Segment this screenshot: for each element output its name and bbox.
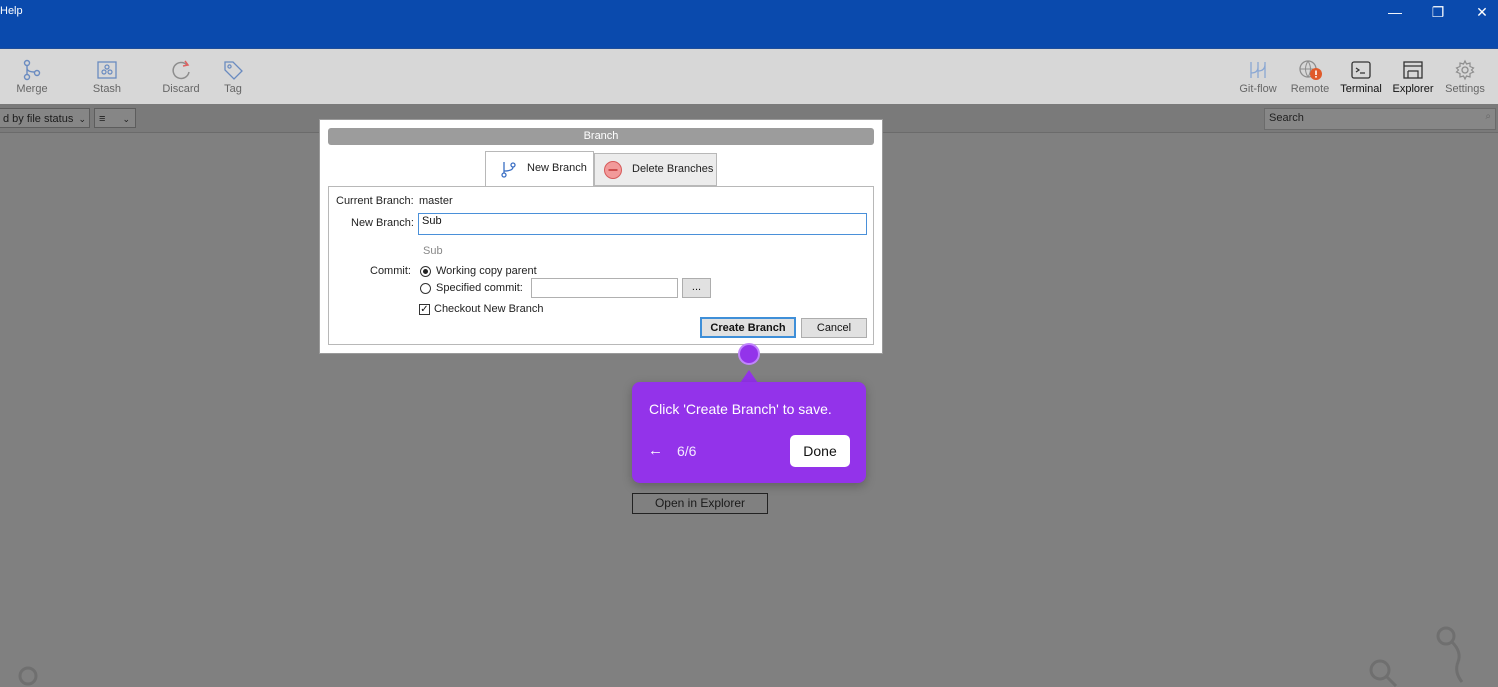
explorer-button[interactable]: Explorer xyxy=(1389,49,1437,105)
minimize-button[interactable]: — xyxy=(1375,0,1415,24)
tab-new-branch[interactable]: New Branch xyxy=(485,151,594,186)
specified-commit-label[interactable]: Specified commit: xyxy=(436,282,523,294)
new-branch-input[interactable]: Sub xyxy=(418,213,867,235)
view-dropdown[interactable]: ≡ ⌄ xyxy=(94,108,136,128)
discard-icon xyxy=(172,60,190,80)
tour-tooltip: Click 'Create Branch' to save. ← 6/6 Don… xyxy=(632,382,866,483)
search-input[interactable]: Search ⌕ xyxy=(1264,108,1496,130)
open-in-explorer-button[interactable]: Open in Explorer xyxy=(632,493,768,514)
search-icon: ⌕ xyxy=(1485,111,1491,122)
current-branch-label: Current Branch: xyxy=(336,195,414,207)
checkout-label[interactable]: Checkout New Branch xyxy=(434,303,543,315)
git-flow-icon xyxy=(1250,62,1266,78)
restore-button[interactable]: ❐ xyxy=(1418,0,1458,24)
tour-instruction: Click 'Create Branch' to save. xyxy=(649,401,832,417)
stash-icon xyxy=(97,61,117,79)
search-watermark-icon xyxy=(1369,626,1464,687)
chevron-down-icon: ⌄ xyxy=(122,114,130,124)
tag-button[interactable]: Tag xyxy=(214,49,252,105)
sort-label: d by file status xyxy=(3,113,74,125)
gear-icon xyxy=(1455,59,1475,81)
tag-label: Tag xyxy=(224,83,242,95)
tab-delete-branches-label: Delete Branches xyxy=(632,163,714,175)
stash-button[interactable]: Stash xyxy=(82,49,132,105)
new-branch-input-value: Sub xyxy=(422,215,442,227)
delete-branch-icon xyxy=(604,161,622,179)
git-flow-button[interactable]: Git-flow xyxy=(1234,49,1282,105)
search-placeholder: Search xyxy=(1269,112,1304,124)
remote-icon xyxy=(1299,60,1322,80)
remote-button[interactable]: Remote xyxy=(1287,49,1333,105)
specified-commit-radio[interactable] xyxy=(420,283,431,294)
new-branch-panel: Current Branch: master New Branch: Sub S… xyxy=(328,186,874,345)
terminal-label: Terminal xyxy=(1340,83,1382,95)
new-branch-label: New Branch: xyxy=(351,217,414,229)
settings-button[interactable]: Settings xyxy=(1441,49,1489,105)
checkout-checkbox[interactable]: ✓ xyxy=(419,304,430,315)
tour-hotspot[interactable] xyxy=(738,343,760,365)
title-bar: Help — ❐ ✕ xyxy=(0,0,1498,48)
merge-label: Merge xyxy=(16,83,48,95)
explorer-label: Explorer xyxy=(1392,83,1434,95)
done-button[interactable]: Done xyxy=(790,435,850,467)
merge-icon xyxy=(23,59,41,81)
create-branch-button[interactable]: Create Branch xyxy=(700,317,796,338)
search-watermark-icon xyxy=(18,666,38,686)
commit-label: Commit: xyxy=(370,265,411,277)
cancel-button[interactable]: Cancel xyxy=(801,318,867,338)
browse-commit-button[interactable]: ... xyxy=(682,278,711,298)
stash-label: Stash xyxy=(92,83,122,95)
new-branch-icon xyxy=(501,162,516,178)
toolbar: Merge Stash Discard Tag Git-flow Remote … xyxy=(0,48,1498,105)
dialog-title: Branch xyxy=(328,128,874,145)
terminal-button[interactable]: Terminal xyxy=(1337,49,1385,105)
working-copy-radio[interactable] xyxy=(420,266,431,277)
tour-step-counter: 6/6 xyxy=(677,443,697,459)
merge-button[interactable]: Merge xyxy=(6,49,58,105)
working-copy-label[interactable]: Working copy parent xyxy=(436,265,537,277)
discard-button[interactable]: Discard xyxy=(156,49,206,105)
branch-dialog: Branch New Branch Delete Branches Curren… xyxy=(319,119,883,354)
discard-label: Discard xyxy=(162,83,200,95)
current-branch-value: master xyxy=(419,195,453,207)
back-arrow-icon[interactable]: ← xyxy=(648,442,663,459)
git-flow-label: Git-flow xyxy=(1239,83,1277,95)
specified-commit-input[interactable] xyxy=(531,278,678,298)
settings-label: Settings xyxy=(1445,83,1485,95)
list-view-icon: ≡ xyxy=(99,113,106,125)
menu-help[interactable]: Help xyxy=(0,5,23,17)
remote-label: Remote xyxy=(1290,83,1330,95)
chevron-down-icon: ⌄ xyxy=(78,114,86,124)
tag-icon xyxy=(224,61,243,80)
tab-new-branch-label: New Branch xyxy=(527,162,587,174)
close-button[interactable]: ✕ xyxy=(1462,0,1498,24)
sort-dropdown[interactable]: d by file status ⌄ xyxy=(0,108,90,128)
explorer-icon xyxy=(1403,61,1423,79)
tab-delete-branches[interactable]: Delete Branches xyxy=(594,153,717,186)
terminal-icon xyxy=(1351,61,1371,79)
branch-name-preview: Sub xyxy=(423,245,443,257)
